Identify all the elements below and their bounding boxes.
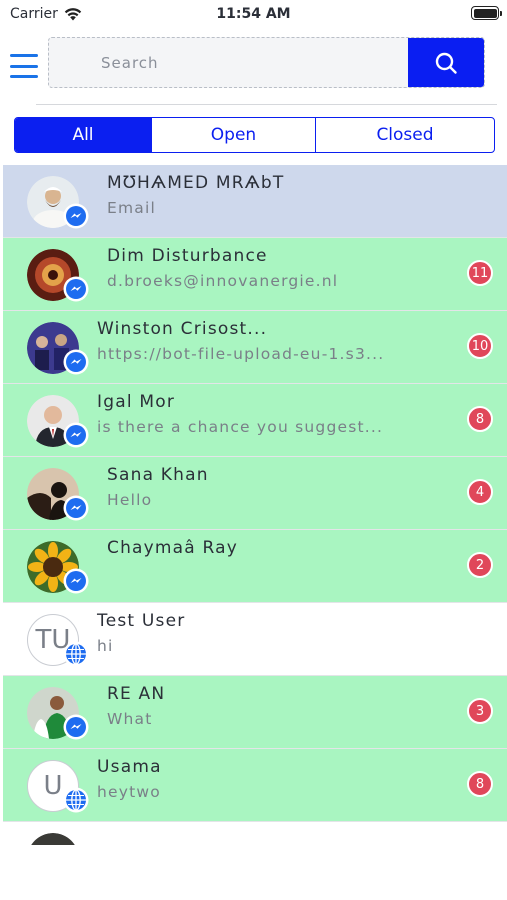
conversation-row[interactable]: U Usama heytwo 8	[3, 749, 507, 822]
conversation-row[interactable]: Sana Khan Hello 4	[3, 457, 507, 530]
messenger-icon	[65, 278, 87, 300]
conversation-row[interactable]: Chaymaâ Ray 2	[3, 530, 507, 603]
search-input[interactable]	[49, 38, 408, 87]
messenger-icon	[65, 205, 87, 227]
filter-tabs: All Open Closed	[14, 117, 495, 153]
avatar-initials: U	[43, 771, 63, 801]
messenger-icon	[65, 570, 87, 592]
message-preview: hi	[97, 637, 114, 655]
unread-count-badge: 11	[467, 260, 493, 286]
conversation-row[interactable]: Dim Disturbance d.broeks@innovanergie.nl…	[3, 238, 507, 311]
message-preview: d.broeks@innovanergie.nl	[107, 272, 339, 290]
contact-name: Dim Disturbance	[107, 246, 268, 266]
globe-icon	[65, 643, 87, 665]
messenger-icon	[65, 716, 87, 738]
contact-name: RE AN	[107, 684, 166, 704]
message-preview: is there a chance you suggest...	[97, 418, 384, 436]
header-divider	[36, 104, 497, 105]
conversation-row[interactable]	[3, 822, 507, 845]
unread-count-badge: 8	[467, 406, 493, 432]
message-preview: Email	[107, 199, 157, 217]
avatar	[27, 833, 79, 845]
unread-count-badge: 4	[467, 479, 493, 505]
messenger-icon	[65, 497, 87, 519]
messenger-icon	[65, 351, 87, 373]
message-preview: heytwo	[97, 783, 161, 801]
conversation-row[interactable]: Winston Crisost... https://bot-file-uplo…	[3, 311, 507, 384]
tab-open[interactable]: Open	[152, 118, 316, 152]
conversation-row[interactable]: MƱHѦMED MRѦbT Email	[3, 165, 507, 238]
contact-name: Sana Khan	[107, 465, 209, 485]
search-bar	[48, 37, 485, 88]
tab-closed[interactable]: Closed	[316, 118, 494, 152]
contact-name: MƱHѦMED MRѦbT	[107, 173, 285, 193]
message-preview: What	[107, 710, 153, 728]
conversation-row[interactable]: TU Test User hi	[3, 603, 507, 676]
unread-count-badge: 10	[467, 333, 493, 359]
unread-count-badge: 3	[467, 698, 493, 724]
search-icon	[435, 52, 457, 74]
contact-name: Igal Mor	[97, 392, 176, 412]
clock: 11:54 AM	[216, 6, 291, 22]
hamburger-menu-icon[interactable]	[10, 54, 38, 78]
contact-name: Chaymaâ Ray	[107, 538, 239, 558]
messenger-icon	[65, 424, 87, 446]
conversation-row[interactable]: Igal Mor is there a chance you suggest..…	[3, 384, 507, 457]
search-button[interactable]	[408, 38, 484, 87]
conversation-row[interactable]: RE AN What 3	[3, 676, 507, 749]
globe-icon	[65, 789, 87, 811]
unread-count-badge: 2	[467, 552, 493, 578]
bottom-safe-area	[0, 845, 507, 900]
message-preview: https://bot-file-upload-eu-1.s3...	[97, 345, 385, 363]
conversation-list[interactable]: MƱHѦMED MRѦbT Email Dim Disturbance d.br…	[3, 165, 507, 845]
contact-name: Test User	[97, 611, 186, 631]
unread-count-badge: 8	[467, 771, 493, 797]
battery-icon	[471, 6, 502, 20]
tab-all[interactable]: All	[15, 118, 152, 152]
contact-name: Usama	[97, 757, 162, 777]
contact-name: Winston Crisost...	[97, 319, 268, 339]
status-bar: Carrier 11:54 AM	[0, 0, 507, 28]
message-preview: Hello	[107, 491, 153, 509]
